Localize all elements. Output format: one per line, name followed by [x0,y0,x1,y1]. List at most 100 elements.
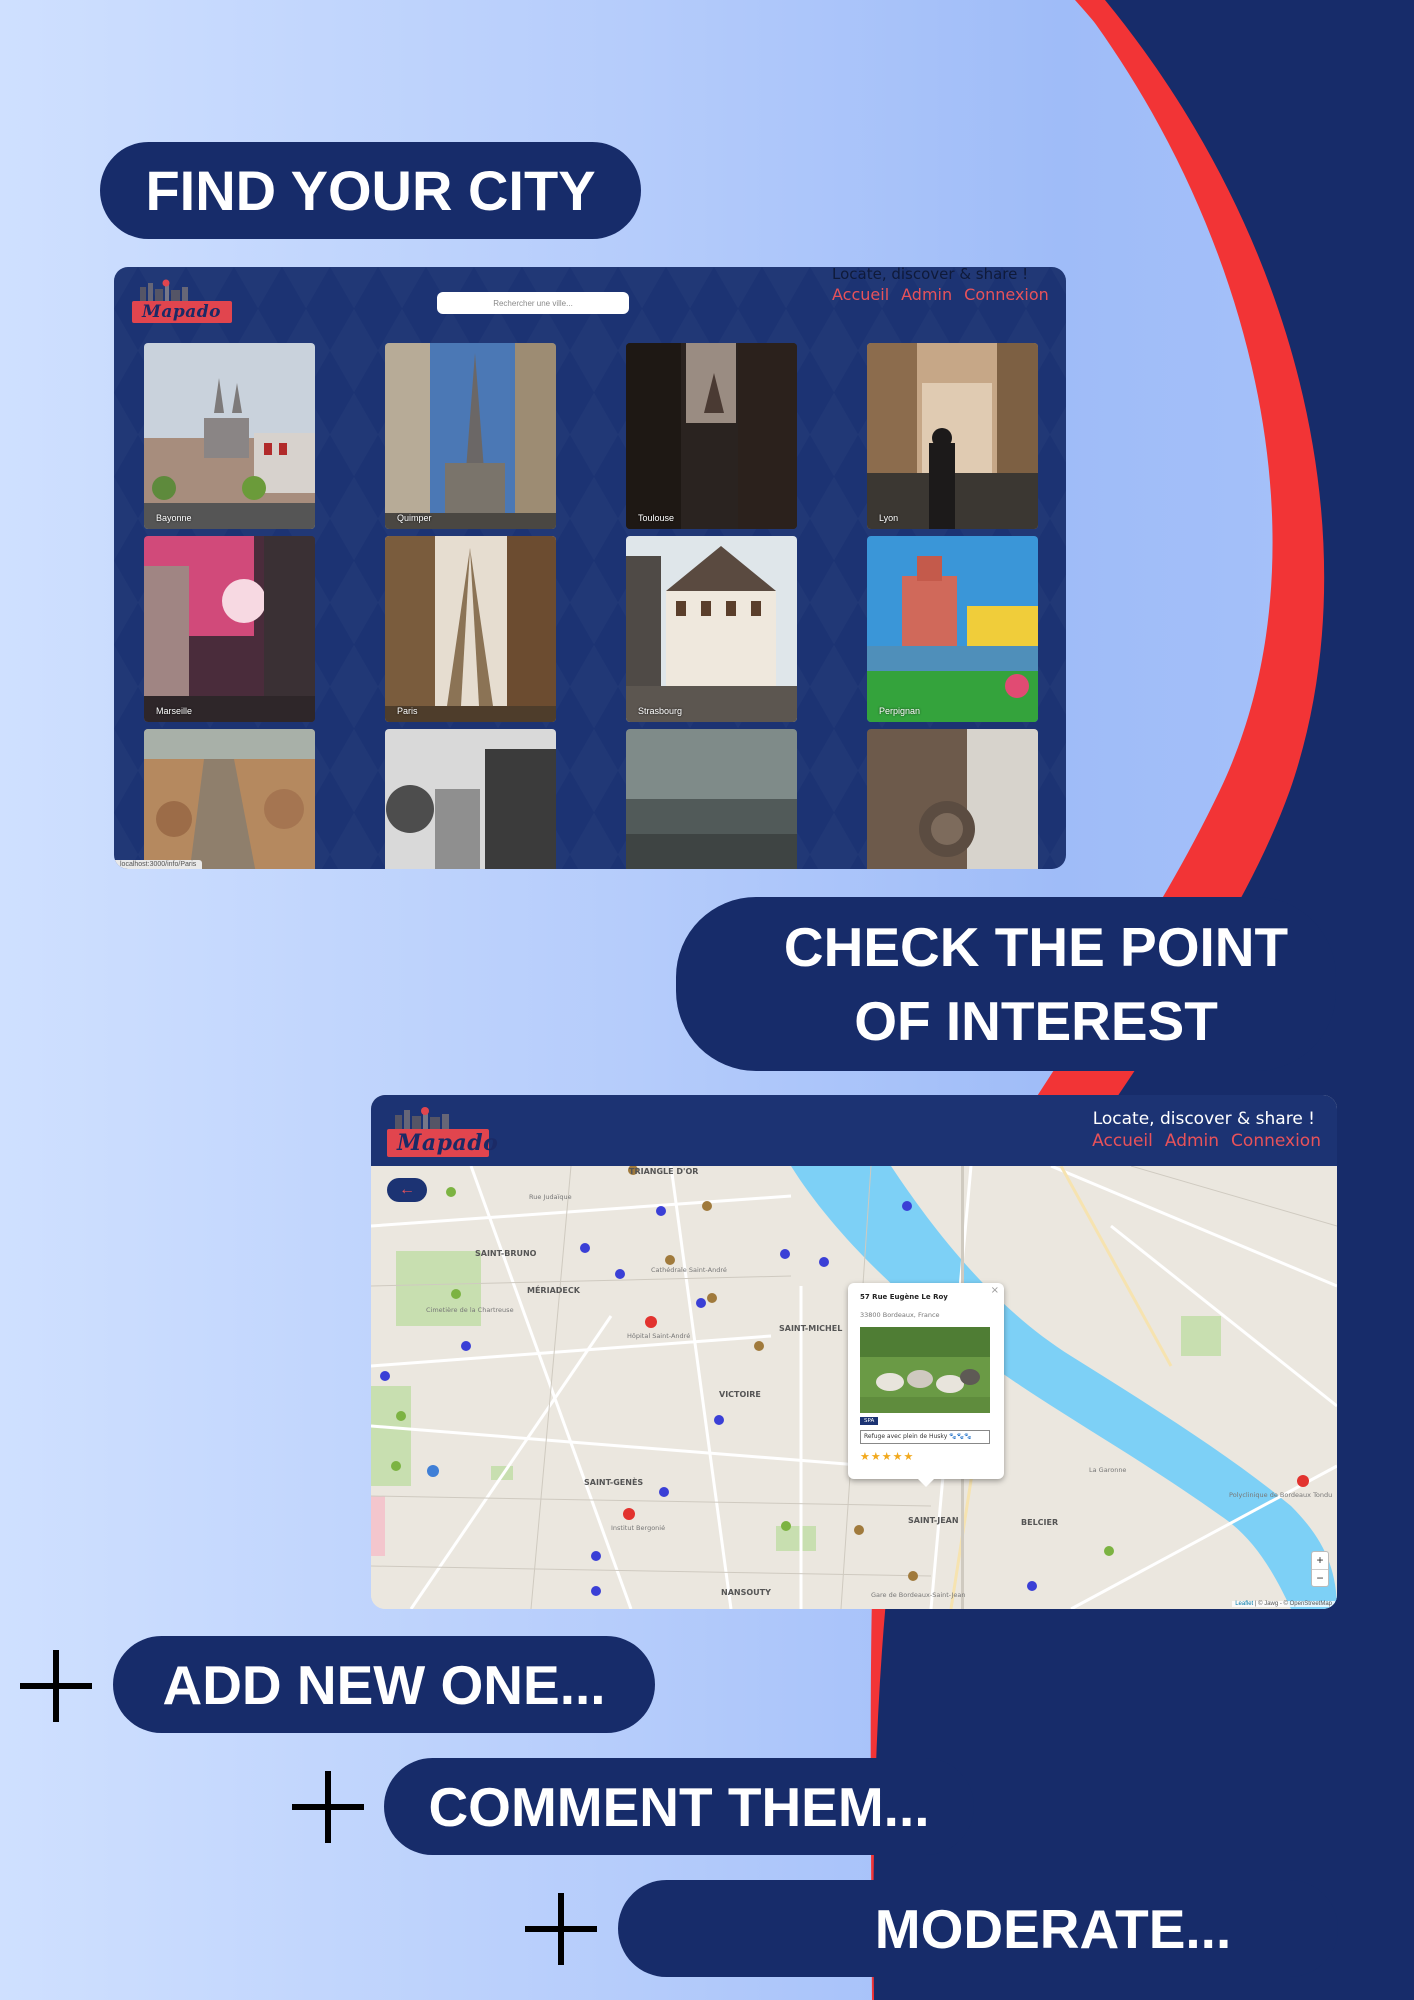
city-photo [867,536,1038,722]
city-photo [144,729,315,869]
heading-comment-text: COMMENT THEM... [428,1775,930,1838]
map-screenshot: Mapado Locate, discover & share ! Accuei… [371,1095,1337,1609]
star-icon: ★ [860,1450,871,1463]
nav-connexion[interactable]: Connexion [1231,1131,1321,1151]
map-label: La Garonne [1089,1466,1127,1474]
star-icon: ★ [881,1450,893,1463]
city-name: Marseille [156,706,193,716]
poi-popup: × 57 Rue Eugène Le Roy 33800 Bordeaux, F… [848,1283,1004,1487]
heading-comment: COMMENT THEM... [384,1758,974,1855]
city-card-bayonne[interactable]: Bayonne [144,343,315,529]
city-card-perpignan[interactable]: Perpignan [867,536,1038,722]
logo-wordmark: Mapado [132,301,232,324]
city-card[interactable] [867,729,1038,869]
city-card[interactable] [385,729,556,869]
city-photo [144,343,315,529]
city-photo [626,343,797,529]
city-name: Strasbourg [638,706,683,716]
city-list-screenshot: Mapado Locate, discover & share ! Accuei… [114,267,1066,869]
city-search-input[interactable] [437,292,629,314]
plus-icon [20,1650,92,1722]
city-card[interactable] [144,729,315,869]
app-logo[interactable]: Mapado [387,1107,498,1158]
city-photo [385,536,556,722]
plus-icon [292,1771,364,1843]
heading-moderate-text: MODERATE... [874,1897,1232,1960]
city-photo [626,729,797,869]
map-label: MÉRIADECK [527,1286,580,1295]
city-card-marseille[interactable]: Marseille [144,536,315,722]
city-name: Paris [397,706,418,716]
heading-find-your-city: FIND YOUR CITY [100,142,641,239]
map-label: SAINT-JEAN [908,1516,959,1525]
map-label: SAINT-BRUNO [475,1249,537,1258]
app-logo[interactable]: Mapado [132,279,232,324]
map-label: TRIANGLE D'OR [629,1167,699,1176]
map-label: BELCIER [1021,1518,1059,1527]
map-label: Hôpital Saint-André [627,1332,691,1340]
heading-add-new: ADD NEW ONE... [113,1636,655,1733]
city-photo [867,343,1038,529]
skyline-icon [140,279,188,301]
nav-accueil[interactable]: Accueil [832,285,889,304]
status-bar-url: localhost:3000/info/Paris [114,860,203,869]
city-card[interactable] [626,729,797,869]
heading-check-poi-line1: CHECK THE POINT [783,915,1289,978]
map-label: VICTOIRE [719,1390,761,1399]
nav-menu: Accueil Admin Connexion [832,285,1049,304]
logo-wordmark: Mapado [387,1129,498,1158]
city-photo [385,343,556,529]
map-label: Cathédrale Saint-André [651,1266,727,1274]
nav-admin[interactable]: Admin [901,285,952,304]
city-name: Bayonne [156,513,192,523]
city-photo [867,729,1038,869]
nav-connexion[interactable]: Connexion [964,285,1049,304]
tagline: Locate, discover & share ! [1092,1109,1315,1129]
city-card-toulouse[interactable]: Toulouse [626,343,797,529]
map-label: Rue Judaïque [529,1193,572,1201]
map-label: Gare de Bordeaux-Saint-Jean [871,1591,966,1599]
zoom-in-button[interactable]: + [1312,1552,1328,1569]
poi-category-badge: SPA [860,1417,879,1425]
nav-accueil[interactable]: Accueil [1092,1131,1153,1151]
tagline: Locate, discover & share ! [832,267,1029,283]
app-header: Mapado Locate, discover & share ! Accuei… [371,1095,1337,1166]
back-button[interactable]: ← [387,1178,427,1202]
heading-find-your-city-text: FIND YOUR CITY [145,159,596,222]
plus-icon [525,1893,597,1965]
leaflet-link[interactable]: Leaflet [1235,1601,1253,1607]
poi-photo [860,1327,990,1413]
attribution-text: | © Jawg - © OpenStreetMap [1254,1601,1332,1607]
zoom-out-button[interactable]: − [1312,1569,1328,1586]
star-icon: ★ [903,1450,915,1463]
city-photo [626,536,797,722]
nav-menu: Accueil Admin Connexion [1092,1131,1321,1151]
map-canvas[interactable]: ← TRIANGLE D'OR SAINT-BRUNO MÉRIADECK SA… [371,1166,1337,1609]
city-card-strasbourg[interactable]: Strasbourg [626,536,797,722]
city-name: Lyon [879,513,899,523]
heading-moderate: MODERATE... [618,1880,1338,1977]
city-card-quimper[interactable]: Quimper [385,343,556,529]
city-card-lyon[interactable]: Lyon [867,343,1038,529]
heading-check-poi: CHECK THE POINT OF INTEREST [676,897,1336,1071]
star-icon: ★ [892,1450,904,1463]
heading-check-poi-line2: OF INTEREST [854,990,1218,1052]
city-photo [144,536,315,722]
city-name: Perpignan [879,706,921,716]
map-label: Polyclinique de Bordeaux Tondu [1229,1491,1333,1499]
close-icon[interactable]: × [991,1285,999,1296]
city-photo [385,729,556,869]
skyline-icon [395,1107,449,1129]
rating-stars: ★★★★★ [860,1450,914,1463]
zoom-control: + − [1311,1551,1329,1587]
poi-address: 57 Rue Eugène Le Roy [860,1293,948,1301]
city-card-paris[interactable]: Paris [385,536,556,722]
map-label: SAINT-GENÈS [584,1478,644,1487]
nav-admin[interactable]: Admin [1165,1131,1219,1151]
map-label: Cimetière de la Chartreuse [426,1306,514,1314]
map-label: Institut Bergonié [611,1524,666,1532]
city-name: Quimper [397,513,432,523]
poi-comment: Refuge avec plein de Husky 🐾🐾🐾 [860,1430,990,1444]
map-label: SAINT-MICHEL [779,1324,843,1333]
star-icon: ★ [870,1450,882,1463]
